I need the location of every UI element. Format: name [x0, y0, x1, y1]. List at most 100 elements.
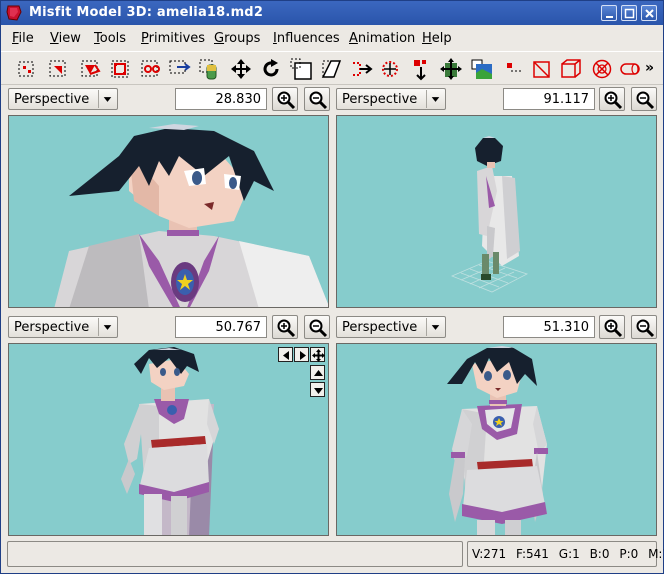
zoom-in-icon [604, 319, 623, 338]
ellipse-icon [592, 59, 612, 79]
zoom-input-bottom-left[interactable]: 50.767 [175, 316, 267, 338]
menu-groups-mnemonic: G [214, 31, 225, 46]
menu-primitives[interactable]: Primitives [141, 31, 205, 46]
attract-near-icon [382, 61, 398, 77]
viewport-bottom-right[interactable] [336, 343, 657, 536]
select-groups-tool[interactable] [109, 57, 133, 81]
select-connected-tool[interactable] [79, 57, 103, 81]
pan-up-button[interactable] [310, 365, 325, 380]
pan-down-button[interactable] [310, 382, 325, 397]
drag-vertex-icon [440, 58, 462, 80]
menu-animation[interactable]: Animation [349, 31, 415, 46]
select-faces-tool[interactable] [47, 57, 71, 81]
select-bone-joints-tool[interactable] [139, 57, 163, 81]
menu-help[interactable]: Help [422, 31, 452, 46]
viewport-bottom-left[interactable] [8, 343, 329, 536]
title-bar[interactable]: Misfit Model 3D: amelia18.md2 [1, 1, 663, 25]
menu-help-mnemonic: H [422, 31, 432, 46]
viewport-top-right[interactable] [336, 115, 657, 308]
menu-view-mnemonic: V [50, 31, 59, 46]
menu-file[interactable]: File [12, 31, 34, 46]
maximize-button[interactable] [621, 5, 637, 21]
background-image-icon [471, 59, 492, 79]
zoom-in-button-bottom-left[interactable] [272, 315, 298, 339]
select-points-tool[interactable] [167, 57, 191, 81]
menu-influences-label: nfluences [276, 31, 340, 46]
toolbar-overflow-button[interactable]: » [645, 60, 654, 76]
pan-right-button[interactable] [294, 347, 309, 362]
projection-label: Perspective [14, 92, 90, 107]
move-icon [231, 59, 251, 79]
cube-tool[interactable] [559, 57, 583, 81]
move-tool[interactable] [229, 57, 253, 81]
chevron-down-icon [426, 90, 440, 108]
zoom-out-button-top-right[interactable] [631, 87, 657, 111]
status-bar: V:271 F:541 G:1 B:0 P:0 M:1 [1, 539, 664, 573]
pan-right-icon [300, 351, 306, 360]
background-image-tool[interactable] [470, 57, 494, 81]
pan-down-icon [314, 388, 323, 394]
close-button[interactable] [641, 5, 657, 21]
pan-left-icon [283, 351, 289, 360]
select-vertices-tool[interactable] [15, 57, 39, 81]
drag-vertex-tool[interactable] [439, 57, 463, 81]
menu-groups[interactable]: Groups [214, 31, 260, 46]
pan-left-button[interactable] [278, 347, 293, 362]
menu-tools[interactable]: Tools [94, 31, 126, 46]
projection-select-bottom-left[interactable]: Perspective [8, 316, 118, 338]
zoom-out-icon [309, 319, 328, 338]
app-icon [6, 5, 22, 21]
pan-all-button[interactable] [310, 347, 325, 362]
maximize-icon [624, 8, 635, 19]
zoom-input-top-left[interactable]: 28.830 [175, 88, 267, 110]
projection-label: Perspective [342, 92, 418, 107]
chevron-down-icon [426, 318, 440, 336]
app-window: Misfit Model 3D: amelia18.md2 File View … [0, 0, 664, 574]
zoom-in-button-top-right[interactable] [599, 87, 625, 111]
menu-primitives-mnemonic: P [141, 31, 149, 46]
cylinder-tool[interactable] [618, 57, 642, 81]
menu-animation-label: nimation [357, 31, 416, 46]
zoom-in-icon [277, 91, 296, 110]
zoom-input-top-right[interactable]: 91.117 [503, 88, 595, 110]
zoom-out-button-bottom-right[interactable] [631, 315, 657, 339]
viewport-top-left[interactable] [8, 115, 329, 308]
bone-count: B:0 [589, 547, 610, 561]
tool-bar: » [1, 51, 663, 85]
rectangle-tool[interactable] [530, 57, 554, 81]
rotate-tool[interactable] [259, 57, 283, 81]
select-vertices-icon [18, 61, 34, 77]
projection-select-bottom-right[interactable]: Perspective [336, 316, 446, 338]
extrude-tool[interactable] [350, 57, 374, 81]
projection-select-top-left[interactable]: Perspective [8, 88, 118, 110]
scale-tool[interactable] [289, 57, 313, 81]
shear-tool[interactable] [319, 57, 343, 81]
minimize-button[interactable] [601, 5, 617, 21]
chevron-down-icon [98, 318, 112, 336]
zoom-out-button-bottom-left[interactable] [304, 315, 330, 339]
chevron-down-icon [98, 90, 112, 108]
vertex-tool[interactable] [502, 57, 526, 81]
ellipse-tool[interactable] [590, 57, 614, 81]
vertex-icon [507, 63, 522, 72]
model-render [447, 346, 548, 535]
projection-select-top-right[interactable]: Perspective [336, 88, 446, 110]
menu-influences[interactable]: Influences [273, 31, 340, 46]
zoom-input-bottom-right[interactable]: 51.310 [503, 316, 595, 338]
zoom-in-button-top-left[interactable] [272, 87, 298, 111]
select-groups-icon [111, 60, 129, 78]
status-message [7, 541, 463, 567]
rectangle-icon [533, 61, 550, 78]
material-count: M:1 [648, 547, 664, 561]
menu-view[interactable]: View [50, 31, 81, 46]
zoom-out-button-top-left[interactable] [304, 87, 330, 111]
zoom-in-button-bottom-right[interactable] [599, 315, 625, 339]
attract-far-tool[interactable] [409, 57, 433, 81]
model-render [121, 347, 219, 535]
attract-near-tool[interactable] [378, 57, 402, 81]
menu-groups-label: roups [224, 31, 261, 46]
zoom-out-icon [309, 91, 328, 110]
select-projections-tool[interactable] [197, 57, 221, 81]
vertex-count: V:271 [472, 547, 507, 561]
menu-view-label: iew [58, 31, 81, 46]
